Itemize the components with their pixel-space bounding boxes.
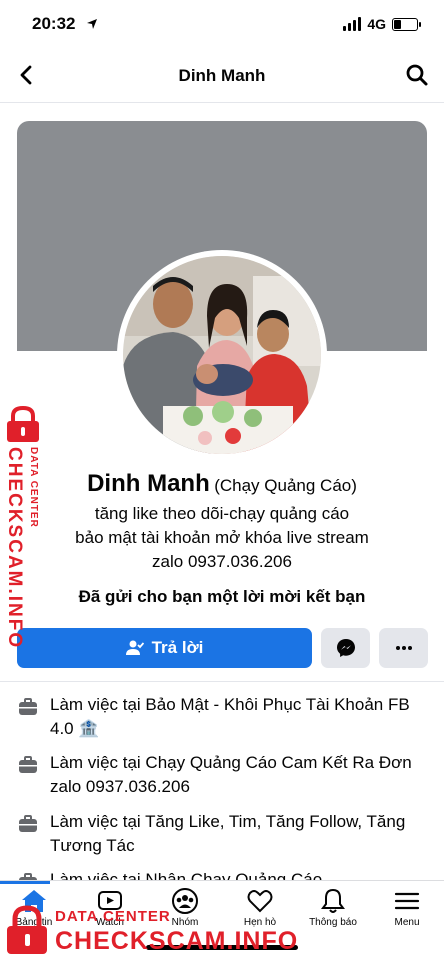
watermark-bottom-label: DATA CENTER [55, 908, 171, 925]
watermark-bottom: DATA CENTER CHECKSCAM.INFO [0, 900, 300, 960]
lock-icon [7, 405, 39, 442]
friend-request-notice: Đã gửi cho bạn một lời mời kết bạn [78, 587, 366, 606]
battery-icon [392, 17, 421, 31]
reply-button[interactable]: Trả lời [17, 628, 312, 668]
briefcase-icon [19, 756, 37, 773]
work-item: Làm việc tại Bảo Mật - Khôi Phục Tài Kho… [17, 693, 427, 741]
profile-name-line: Dinh Manh (Chạy Quảng Cáo) [0, 470, 444, 498]
bell-icon [321, 888, 345, 913]
briefcase-icon [19, 815, 37, 832]
location-arrow-icon [87, 19, 97, 29]
tab-label: Menu [394, 917, 420, 928]
status-time: 20:32 [32, 14, 76, 33]
nav-bar: Dinh Manh [0, 50, 444, 103]
profile-name: Dinh Manh [87, 470, 210, 497]
messenger-button[interactable] [321, 628, 370, 668]
status-bar: 20:32 4G [0, 0, 444, 50]
work-item-text: Làm việc tại Tăng Like, Tim, Tăng Follow… [50, 812, 406, 855]
network-label: 4G [367, 16, 386, 32]
reply-button-label: Trả lời [151, 638, 204, 657]
more-options-button[interactable] [379, 628, 428, 668]
work-item-text: Làm việc tại Chạy Quảng Cáo Cam Kết Ra Đ… [50, 753, 412, 796]
status-indicators: 4G [343, 16, 421, 32]
profile-alternate-name: (Chạy Quảng Cáo) [214, 476, 357, 495]
watermark-side-brand: CHECKSCAM.INFO [4, 447, 25, 650]
tab-menu[interactable]: Menu [377, 887, 437, 928]
more-dots-icon [395, 646, 412, 650]
search-icon[interactable] [404, 62, 430, 88]
menu-icon [394, 892, 420, 910]
watermark-bottom-brand: CHECKSCAM.INFO [55, 927, 299, 955]
tab-label: Thông báo [309, 917, 357, 928]
work-item: Làm việc tại Chạy Quảng Cáo Cam Kết Ra Đ… [17, 751, 427, 799]
bio-line: bảo mật tài khoản mở khóa live stream [75, 528, 369, 547]
lock-icon [7, 905, 47, 954]
messenger-icon [336, 639, 355, 657]
work-item-text: Làm việc tại Bảo Mật - Khôi Phục Tài Kho… [50, 695, 410, 738]
work-item: Làm việc tại Tăng Like, Tim, Tăng Follow… [17, 810, 427, 858]
bio-line: tăng like theo dõi-chạy quảng cáo [94, 504, 350, 523]
watermark-side-label: DATA CENTER [28, 447, 39, 528]
watermark-side: DATA CENTER CHECKSCAM.INFO [0, 405, 50, 649]
avatar-photo [123, 256, 321, 454]
page-title: Dinh Manh [178, 66, 266, 85]
briefcase-icon [19, 698, 37, 715]
profile-bio: tăng like theo dõi-chạy quảng cáo bảo mậ… [0, 502, 444, 574]
person-check-icon [125, 640, 144, 655]
section-divider [0, 681, 444, 682]
active-tab-indicator [0, 881, 50, 884]
profile-avatar[interactable] [117, 250, 327, 460]
tab-notifications[interactable]: Thông báo [303, 887, 363, 928]
signal-icon [343, 17, 362, 31]
bio-line: zalo 0937.036.206 [152, 552, 292, 571]
